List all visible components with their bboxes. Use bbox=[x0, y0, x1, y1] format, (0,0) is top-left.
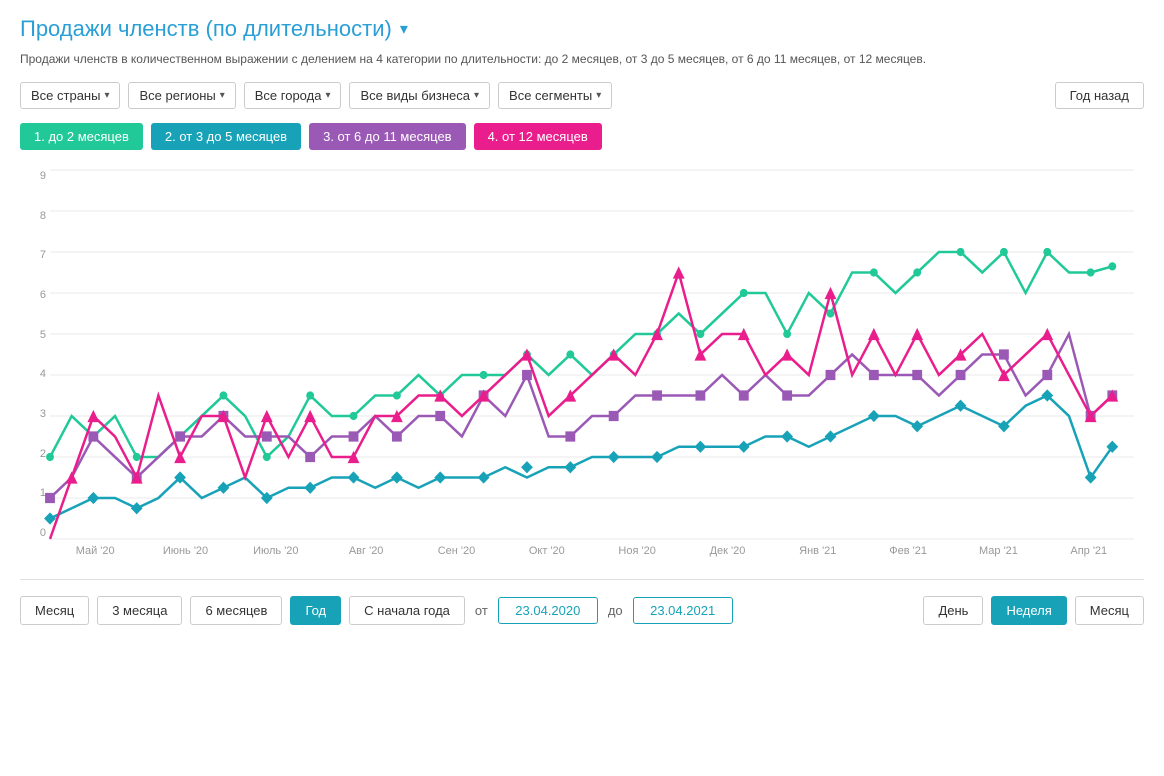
period-month-button[interactable]: Месяц bbox=[20, 596, 89, 625]
to-date-input[interactable] bbox=[633, 597, 733, 624]
from-label: от bbox=[475, 603, 488, 618]
filters-row: Все страны ▾ Все регионы ▾ Все города ▾ … bbox=[20, 82, 1144, 109]
country-filter[interactable]: Все страны ▾ bbox=[20, 82, 120, 109]
legend-item-3[interactable]: 3. от 6 до 11 месяцев bbox=[309, 123, 465, 150]
from-date-input[interactable] bbox=[498, 597, 598, 624]
bottom-bar: Месяц 3 месяца 6 месяцев Год С начала го… bbox=[20, 586, 1144, 635]
business-filter-arrow: ▾ bbox=[474, 90, 479, 101]
chart-svg bbox=[50, 170, 1134, 539]
view-month-button[interactable]: Месяц bbox=[1075, 596, 1144, 625]
city-filter-arrow: ▾ bbox=[325, 90, 330, 101]
period-6month-button[interactable]: 6 месяцев bbox=[190, 596, 282, 625]
period-year-button[interactable]: Год bbox=[290, 596, 341, 625]
y-axis: 0 1 2 3 4 5 6 7 8 9 bbox=[20, 170, 50, 539]
region-filter-arrow: ▾ bbox=[220, 90, 225, 101]
period-ytd-button[interactable]: С начала года bbox=[349, 596, 465, 625]
legend-item-2[interactable]: 2. от 3 до 5 месяцев bbox=[151, 123, 301, 150]
chart-container: 0 1 2 3 4 5 6 7 8 9 bbox=[20, 160, 1144, 580]
segment-filter[interactable]: Все сегменты ▾ bbox=[498, 82, 612, 109]
page-title: Продажи членств (по длительности) bbox=[20, 16, 392, 42]
subtitle: Продажи членств в количественном выражен… bbox=[20, 50, 1144, 68]
city-filter[interactable]: Все города ▾ bbox=[244, 82, 342, 109]
period-3month-button[interactable]: 3 месяца bbox=[97, 596, 182, 625]
legend-item-4[interactable]: 4. от 12 месяцев bbox=[474, 123, 602, 150]
year-ago-button[interactable]: Год назад bbox=[1055, 82, 1144, 109]
view-week-button[interactable]: Неделя bbox=[991, 596, 1066, 625]
view-day-button[interactable]: День bbox=[923, 596, 983, 625]
country-filter-arrow: ▾ bbox=[104, 90, 109, 101]
region-filter[interactable]: Все регионы ▾ bbox=[128, 82, 235, 109]
legend-item-1[interactable]: 1. до 2 месяцев bbox=[20, 123, 143, 150]
to-label: до bbox=[608, 603, 623, 618]
segment-filter-arrow: ▾ bbox=[596, 90, 601, 101]
business-filter[interactable]: Все виды бизнеса ▾ bbox=[349, 82, 490, 109]
title-dropdown-icon[interactable]: ▾ bbox=[400, 19, 408, 39]
chart-area bbox=[50, 170, 1134, 539]
x-axis: Май '20 Июнь '20 Июль '20 Авг '20 Сен '2… bbox=[50, 539, 1134, 579]
legend-row: 1. до 2 месяцев 2. от 3 до 5 месяцев 3. … bbox=[20, 123, 1144, 150]
